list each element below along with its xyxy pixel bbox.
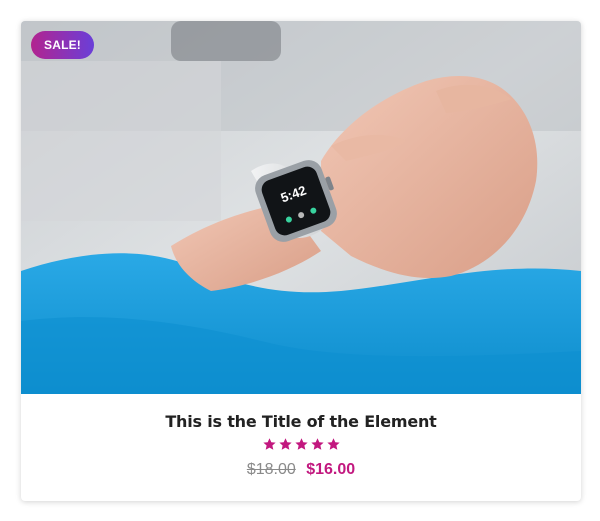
- sale-price: $16.00: [306, 461, 356, 478]
- product-image[interactable]: 5:42 SALE!: [21, 21, 581, 394]
- price-block: $18.00 $16.00: [21, 461, 581, 479]
- rating-stars: [21, 437, 581, 452]
- sale-badge: SALE!: [31, 31, 94, 59]
- product-card[interactable]: 5:42 SALE! This is the Title of the Elem…: [21, 21, 581, 501]
- original-price: $18.00: [246, 461, 296, 478]
- product-info: This is the Title of the Element $18.00 …: [21, 394, 581, 501]
- star-icon: [262, 438, 276, 450]
- star-icon: [278, 438, 292, 450]
- star-icon: [294, 438, 308, 450]
- star-icon: [310, 438, 324, 450]
- smartwatch-photo: 5:42: [21, 21, 581, 394]
- star-icon: [326, 438, 340, 450]
- product-title[interactable]: This is the Title of the Element: [21, 412, 581, 431]
